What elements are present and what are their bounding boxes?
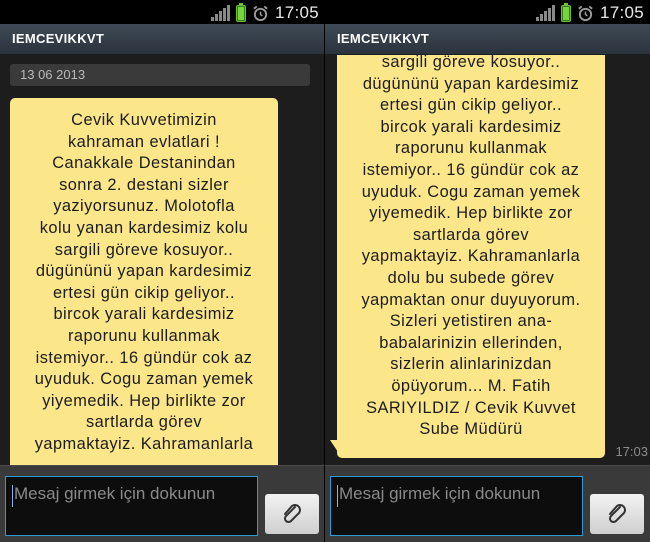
left-screen: 17:05 IEMCEVIKKVT 13 06 2013 Cevik Kuvve… xyxy=(0,0,325,542)
message-line: Cevik Kuvvetimizin xyxy=(71,111,217,129)
message-line: bircok yarali kardesimiz xyxy=(53,305,235,324)
attach-button[interactable] xyxy=(590,494,644,534)
attach-button[interactable] xyxy=(265,494,319,534)
message-line: yiyemedik. Hep birlikte zor xyxy=(42,391,246,410)
message-line: raporunu kullanmak xyxy=(67,326,221,345)
message-line: ertesi gün cikip geliyor.. xyxy=(52,283,236,302)
message-line: sargili göreve kosuyor.. xyxy=(381,55,561,71)
status-time: 17:05 xyxy=(274,3,319,22)
message-line: yaziyorsunuz. Molotofla xyxy=(53,197,235,216)
message-line: yapmaktan onur duyuyorum. xyxy=(361,290,581,309)
right-screen: 17:05 IEMCEVIKKVT sargili göreve kosuyor… xyxy=(325,0,650,542)
message-line: sonra 2. destani sizler xyxy=(59,175,229,194)
message-line: uyuduk. Cogu zaman yemek xyxy=(34,370,254,389)
alarm-icon xyxy=(578,5,593,21)
signal-icon xyxy=(210,5,230,21)
message-line: bircok yarali kardesimiz xyxy=(380,117,562,136)
message-line: babalarinizin ellerinden, xyxy=(379,333,563,352)
message-input-placeholder: Mesaj girmek için dokunun xyxy=(339,484,541,503)
message-bubble[interactable]: Cevik Kuvvetimizin kahraman evlatlari ! Ca… xyxy=(10,98,278,465)
paperclip-icon xyxy=(608,504,626,524)
message-line: uyuduk. Cogu zaman yemek xyxy=(361,182,581,201)
text-caret xyxy=(12,485,13,507)
message-line: dolu bu subede görev xyxy=(387,268,555,287)
conversation-header: IEMCEVIKKVT xyxy=(325,24,650,55)
bubble-tail xyxy=(330,440,338,452)
message-line: öpüyorum... M. Fatih xyxy=(391,376,551,395)
message-line: sargili göreve kosuyor.. xyxy=(54,240,234,259)
paperclip-icon xyxy=(283,504,301,524)
conversation-title: IEMCEVIKKVT xyxy=(337,31,430,46)
message-line: kolu yanan kardesimiz kolu xyxy=(39,218,249,237)
status-time: 17:05 xyxy=(599,3,644,22)
composer-bar: Mesaj girmek için dokunun xyxy=(0,465,325,542)
message-line: sartlarda görev xyxy=(85,413,203,432)
message-bubble[interactable]: sargili göreve kosuyor.. dügününü yapan k… xyxy=(337,55,605,458)
message-timestamp: 17:03 xyxy=(615,444,648,459)
message-line: Sube Müdürü xyxy=(419,420,523,439)
text-caret xyxy=(337,485,338,507)
battery-icon xyxy=(235,2,246,22)
date-separator: 13 06 2013 xyxy=(10,64,310,86)
message-line: istemiyor.. 16 gündür cok az xyxy=(362,160,580,179)
message-line: SARIYILDIZ / Cevik Kuvvet xyxy=(366,398,576,417)
status-bar: 17:05 xyxy=(325,0,650,24)
message-line: istemiyor.. 16 gündür cok az xyxy=(35,348,253,367)
screenshot-pair: 17:05 IEMCEVIKKVT 13 06 2013 Cevik Kuvve… xyxy=(0,0,650,542)
battery-icon xyxy=(560,2,571,22)
message-line: yapmaktayiz. Kahramanlarla xyxy=(361,247,581,266)
message-line: yiyemedik. Hep birlikte zor xyxy=(369,204,573,223)
message-thread[interactable]: sargili göreve kosuyor.. dügününü yapan k… xyxy=(325,55,650,465)
alarm-icon xyxy=(253,5,268,21)
message-line: Canakkale Destanindan xyxy=(52,154,236,173)
message-line: dügününü yapan kardesimiz xyxy=(362,74,580,93)
message-thread[interactable]: 13 06 2013 Cevik Kuvvetimizin kahraman ev… xyxy=(0,55,325,465)
message-line: dügününü yapan kardesimiz xyxy=(35,262,253,281)
message-input-placeholder: Mesaj girmek için dokunun xyxy=(14,484,216,503)
message-line: kahraman evlatlari ! xyxy=(67,132,221,151)
message-input[interactable]: Mesaj girmek için dokunun xyxy=(5,476,258,536)
composer-bar: Mesaj girmek için dokunun xyxy=(325,465,650,542)
message-line: sizlerin alinlarinizdan xyxy=(390,355,552,374)
message-line: sartlarda görev xyxy=(412,225,530,244)
signal-icon xyxy=(535,5,555,21)
message-input[interactable]: Mesaj girmek için dokunun xyxy=(330,476,583,536)
conversation-title: IEMCEVIKKVT xyxy=(12,31,105,46)
message-line: Sizleri yetistiren ana- xyxy=(389,312,553,331)
conversation-header: IEMCEVIKKVT xyxy=(0,24,325,55)
status-bar: 17:05 xyxy=(0,0,325,24)
message-line: yapmaktayiz. Kahramanlarla xyxy=(34,434,254,453)
message-line: raporunu kullanmak xyxy=(394,139,548,158)
message-line: ertesi gün cikip geliyor.. xyxy=(379,96,563,115)
